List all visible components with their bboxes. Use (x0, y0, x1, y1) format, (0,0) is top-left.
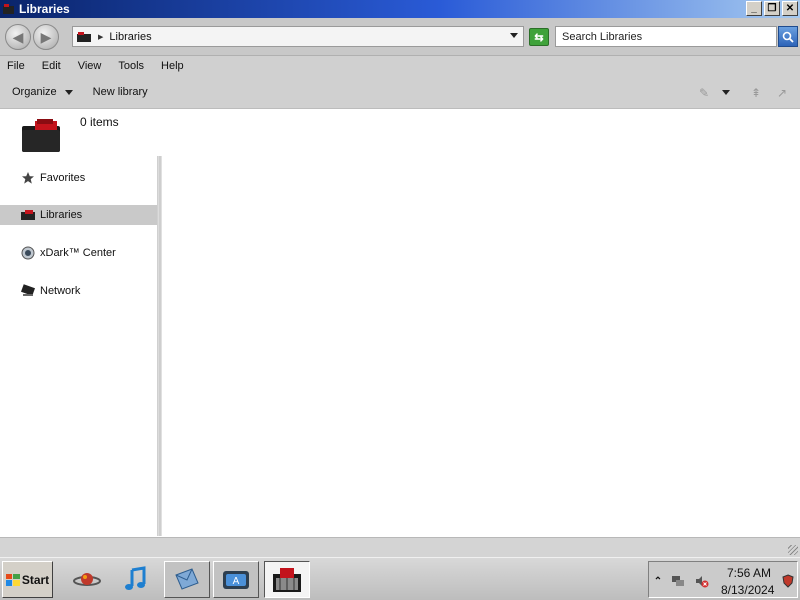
browser-icon (73, 572, 101, 586)
menu-view[interactable]: View (78, 60, 102, 72)
clock-date[interactable]: 8/13/2024 (721, 583, 774, 597)
menu-tools[interactable]: Tools (118, 60, 144, 72)
close-button[interactable]: ✕ (782, 1, 798, 16)
start-label: Start (21, 572, 50, 587)
details-header: 0 items (0, 110, 800, 156)
network-status-icon[interactable] (671, 574, 685, 588)
command-bar: Organize New library ✎ ⇞ ↗ (0, 76, 800, 109)
organize-label: Organize (12, 86, 57, 98)
refresh-icon: ⇆ (534, 31, 544, 44)
chevron-down-icon (64, 89, 73, 95)
navigation-pane: Favorites Libraries xDark™ Center Networ… (0, 156, 157, 536)
xdark-center-icon (20, 246, 36, 260)
taskbar: Start A ⌃ 7:56 AM 8/13/2024 (0, 557, 800, 600)
nav-item-network[interactable]: Network (0, 281, 157, 301)
svg-text:A: A (233, 576, 240, 587)
music-icon (125, 565, 146, 590)
nav-item-favorites[interactable]: Favorites (0, 168, 157, 188)
start-button[interactable]: Start (2, 561, 53, 598)
address-row: ◀ ▶ ▶ Libraries ⇆ Search Libraries (0, 18, 800, 56)
nav-item-label: Libraries (40, 209, 83, 221)
windows-flag-icon (5, 573, 20, 586)
organize-button[interactable]: Organize (12, 86, 73, 98)
forward-arrow-icon: ▶ (40, 28, 52, 45)
taskbar-music-button[interactable] (113, 561, 159, 598)
clock-time[interactable]: 7:56 AM (727, 566, 771, 580)
menu-bar: File Edit View Tools Help (0, 56, 800, 76)
status-bar (0, 537, 800, 557)
star-icon (20, 171, 36, 185)
menu-file[interactable]: File (7, 60, 25, 72)
libraries-icon (20, 208, 36, 222)
breadcrumb-libraries[interactable]: Libraries (109, 31, 151, 43)
new-library-button[interactable]: New library (93, 86, 148, 98)
volume-muted-icon[interactable] (695, 574, 709, 588)
restore-button[interactable]: ❐ (764, 1, 780, 16)
view-dropdown-icon[interactable] (722, 90, 730, 95)
menu-help[interactable]: Help (161, 60, 184, 72)
taskbar-appstore-button[interactable]: A (213, 561, 259, 598)
nav-item-libraries[interactable]: Libraries (0, 205, 157, 225)
appstore-icon: A (223, 570, 249, 589)
libraries-icon (77, 31, 91, 42)
explorer-icon (273, 567, 301, 592)
show-hidden-icons-icon[interactable]: ⌃ (651, 574, 665, 588)
libraries-icon (3, 4, 14, 14)
mail-icon (175, 567, 199, 590)
refresh-button[interactable]: ⇆ (529, 28, 549, 46)
taskbar-explorer-button[interactable] (264, 561, 310, 598)
minimize-button[interactable]: _ (746, 1, 762, 16)
search-icon (782, 31, 794, 43)
title-bar[interactable]: Libraries _ ❐ ✕ (0, 0, 800, 18)
search-input[interactable]: Search Libraries (555, 26, 777, 47)
resize-grip[interactable] (788, 545, 798, 555)
nav-item-label: xDark™ Center (40, 247, 116, 259)
new-library-label: New library (92, 86, 148, 98)
back-arrow-icon: ◀ (12, 28, 24, 45)
nav-item-label: Network (40, 285, 81, 297)
item-count: 0 items (80, 115, 119, 129)
forward-button[interactable]: ▶ (33, 24, 59, 50)
nav-item-label: Favorites (40, 172, 86, 184)
window-title: Libraries (19, 2, 70, 16)
address-dropdown-icon[interactable] (510, 33, 518, 38)
nav-item-xdark-center[interactable]: xDark™ Center (0, 243, 157, 263)
help-icon[interactable]: ↗ (774, 85, 790, 101)
menu-edit[interactable]: Edit (42, 60, 61, 72)
address-bar[interactable]: ▶ Libraries (72, 26, 524, 47)
back-button[interactable]: ◀ (5, 24, 31, 50)
security-shield-icon[interactable] (781, 574, 795, 588)
search-button[interactable] (778, 26, 798, 47)
system-tray: ⌃ 7:56 AM 8/13/2024 (648, 561, 798, 598)
network-icon (20, 284, 36, 298)
libraries-large-icon (22, 119, 60, 152)
preview-pane-icon[interactable]: ⇞ (748, 85, 764, 101)
breadcrumb-separator-icon[interactable]: ▶ (98, 33, 103, 41)
view-options-icon[interactable]: ✎ (696, 85, 712, 101)
taskbar-mail-button[interactable] (164, 561, 210, 598)
taskbar-browser-button[interactable] (64, 561, 110, 598)
file-list-area[interactable] (162, 156, 800, 536)
